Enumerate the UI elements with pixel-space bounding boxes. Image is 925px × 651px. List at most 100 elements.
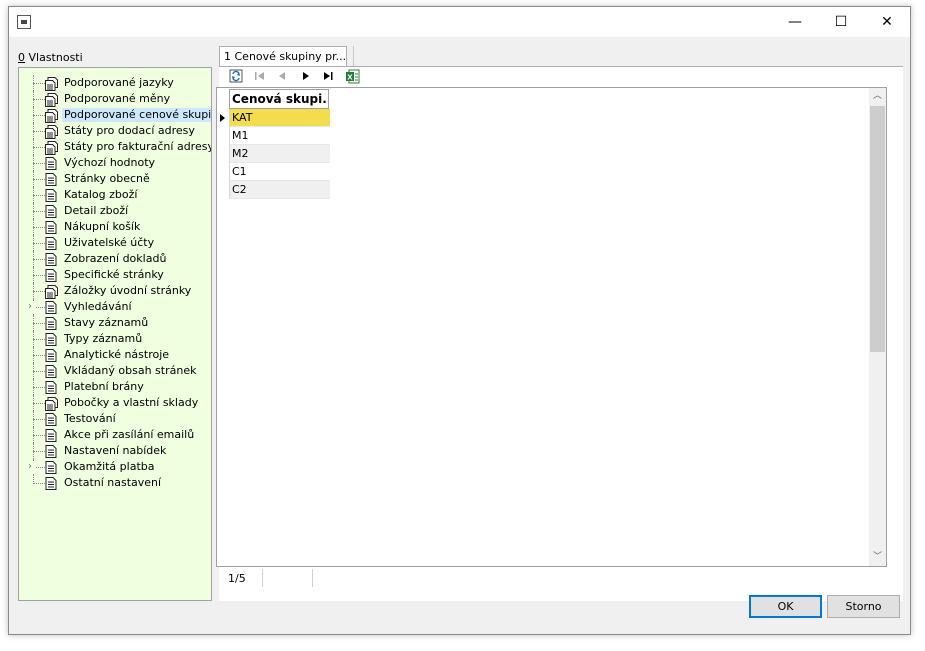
maximize-button[interactable]: ☐ — [818, 7, 864, 37]
table-row[interactable]: M2 — [217, 145, 331, 163]
tab-price-groups[interactable]: 1 Cenové skupiny pr... — [219, 46, 347, 66]
page-icon — [45, 477, 57, 490]
title-bar: — ☐ ✕ — [9, 7, 910, 37]
tree-item-label: Nákupní košík — [64, 220, 141, 233]
tree-item[interactable]: Podporované měny — [19, 91, 209, 107]
tree-item-label: Okamžitá platba — [64, 460, 155, 473]
tree-item[interactable]: Testování — [19, 411, 209, 427]
tree-item[interactable]: Podporované cenové skupiny — [19, 107, 211, 123]
tree-item[interactable]: Katalog zboží — [19, 187, 209, 203]
tree-item-label: Detail zboží — [64, 204, 129, 217]
expand-chevron-icon[interactable]: › — [25, 301, 35, 313]
cancel-button[interactable]: Storno — [827, 595, 900, 618]
row-indicator[interactable] — [217, 145, 230, 163]
tree-item[interactable]: Akce při zasílání emailů — [19, 427, 209, 443]
price-groups-grid[interactable]: Cenová skupi... KAT M1 M2 C1 C2 ︿ ﹀ — [216, 87, 887, 567]
svg-text:X: X — [347, 73, 353, 81]
tree-item[interactable]: Detail zboží — [19, 203, 209, 219]
multi-page-icon — [45, 77, 58, 91]
first-record-icon[interactable] — [252, 68, 268, 84]
tree-item[interactable]: Nastavení nabídek — [19, 443, 209, 459]
last-record-icon[interactable] — [320, 68, 336, 84]
scrollbar-thumb[interactable] — [870, 106, 885, 352]
close-button[interactable]: ✕ — [864, 7, 910, 37]
tree-item[interactable]: Uživatelské účty — [19, 235, 209, 251]
tree-item-label: Vkládaný obsah stránek — [64, 364, 197, 377]
page-icon — [45, 173, 57, 186]
refresh-icon[interactable] — [228, 68, 244, 84]
tree-item-label: Záložky úvodní stránky — [64, 284, 192, 297]
properties-tree[interactable]: Podporované jazyky Podporované měny Podpor… — [18, 67, 212, 601]
table-cell[interactable]: KAT — [230, 109, 330, 127]
tree-item[interactable]: › Okamžitá platba — [19, 459, 209, 475]
tree-item-label: Platební brány — [64, 380, 144, 393]
tree-item-label: Testování — [64, 412, 116, 425]
tree-item-label: Katalog zboží — [64, 188, 138, 201]
row-indicator[interactable] — [217, 127, 230, 145]
tree-item-label: Podporované cenové skupiny — [62, 108, 211, 122]
page-icon — [45, 301, 57, 314]
tree-item[interactable]: Nákupní košík — [19, 219, 209, 235]
table-cell[interactable]: C2 — [230, 181, 330, 199]
tree-item[interactable]: Pobočky a vlastní sklady — [19, 395, 209, 411]
table-row[interactable]: C1 — [217, 163, 331, 181]
table-cell[interactable]: M2 — [230, 145, 330, 163]
page-icon — [45, 365, 57, 378]
row-indicator[interactable] — [217, 109, 230, 127]
table-cell[interactable]: M1 — [230, 127, 330, 145]
page-icon — [45, 445, 57, 458]
tree-item[interactable]: Analytické nástroje — [19, 347, 209, 363]
tree-item[interactable]: Zobrazení dokladů — [19, 251, 209, 267]
excel-export-icon[interactable]: X — [344, 68, 360, 84]
tree-item[interactable]: Stavy záznamů — [19, 315, 209, 331]
table-row[interactable]: KAT — [217, 109, 331, 127]
tab-strip-separator — [353, 46, 354, 68]
tree-item[interactable]: Typy záznamů — [19, 331, 209, 347]
tree-item-label: Ostatní nastavení — [64, 476, 162, 489]
tree-item[interactable]: Podporované jazyky — [19, 75, 209, 91]
multi-page-icon — [45, 285, 58, 299]
table-cell[interactable]: C1 — [230, 163, 330, 181]
tree-item-label: Vyhledávání — [64, 300, 132, 313]
page-icon — [45, 237, 57, 250]
page-icon — [45, 317, 57, 330]
multi-page-icon — [45, 125, 58, 139]
tree-item[interactable]: Stránky obecně — [19, 171, 209, 187]
column-header-price-group[interactable]: Cenová skupi... — [229, 89, 329, 109]
tree-item-label: Podporované jazyky — [64, 76, 174, 89]
tree-item[interactable]: Platební brány — [19, 379, 209, 395]
scroll-down-icon[interactable]: ﹀ — [869, 549, 886, 566]
tree-item[interactable]: Vkládaný obsah stránek — [19, 363, 209, 379]
tree-item[interactable]: › Vyhledávání — [19, 299, 209, 315]
page-icon — [45, 349, 57, 362]
tree-item[interactable]: Ostatní nastavení — [19, 475, 209, 491]
minimize-button[interactable]: — — [772, 7, 818, 37]
expand-chevron-icon[interactable]: › — [25, 461, 35, 473]
record-counter: 1/5 — [228, 572, 246, 585]
multi-page-icon — [45, 93, 58, 107]
vertical-scrollbar[interactable]: ︿ ﹀ — [869, 88, 886, 566]
tree-item[interactable]: Výchozí hodnoty — [19, 155, 209, 171]
page-icon — [45, 269, 57, 282]
status-separator — [312, 569, 313, 587]
table-row[interactable]: C2 — [217, 181, 331, 199]
properties-label: 0 Vlastnosti — [18, 51, 83, 64]
tree-item[interactable]: Státy pro dodací adresy — [19, 123, 209, 139]
page-icon — [45, 189, 57, 202]
tree-item-label: Nastavení nabídek — [64, 444, 167, 457]
tree-item[interactable]: Záložky úvodní stránky — [19, 283, 209, 299]
scroll-up-icon[interactable]: ︿ — [869, 88, 886, 105]
row-indicator[interactable] — [217, 181, 230, 199]
row-indicator[interactable] — [217, 163, 230, 181]
previous-record-icon[interactable] — [274, 68, 290, 84]
tree-item[interactable]: Státy pro fakturační adresy — [19, 139, 211, 155]
table-row[interactable]: M1 — [217, 127, 331, 145]
next-record-icon[interactable] — [298, 68, 314, 84]
app-icon — [17, 15, 31, 29]
ok-button[interactable]: OK — [749, 595, 822, 618]
page-icon — [45, 413, 57, 426]
page-icon — [45, 253, 57, 266]
status-separator — [262, 569, 263, 587]
tree-item[interactable]: Specifické stránky — [19, 267, 209, 283]
page-icon — [45, 221, 57, 234]
